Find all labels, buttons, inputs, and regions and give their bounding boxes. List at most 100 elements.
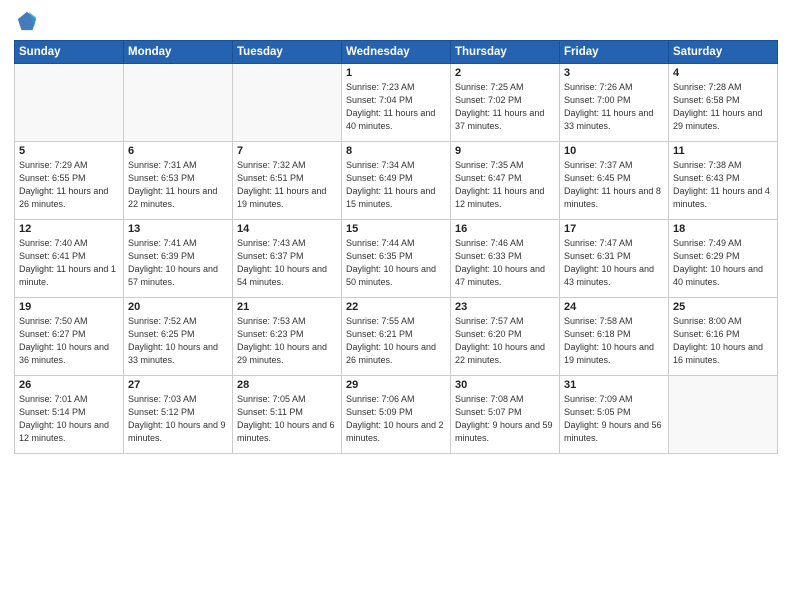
day-info: Sunrise: 7:09 AM Sunset: 5:05 PM Dayligh…: [564, 393, 664, 445]
day-number: 2: [455, 67, 555, 79]
day-cell: 13 Sunrise: 7:41 AM Sunset: 6:39 PM Dayli…: [124, 220, 233, 298]
day-info: Sunrise: 8:00 AM Sunset: 6:16 PM Dayligh…: [673, 315, 773, 367]
day-number: 9: [455, 145, 555, 157]
day-cell: 26Sunrise: 7:01 AM Sunset: 5:14 PM Dayli…: [15, 376, 124, 454]
day-cell: 20 Sunrise: 7:52 AM Sunset: 6:25 PM Dayli…: [124, 298, 233, 376]
day-cell: [669, 376, 778, 454]
day-cell: 16 Sunrise: 7:46 AM Sunset: 6:33 PM Dayli…: [451, 220, 560, 298]
day-info: Sunrise: 7:06 AM Sunset: 5:09 PM Dayligh…: [346, 393, 446, 445]
day-cell: 30Sunrise: 7:08 AM Sunset: 5:07 PM Dayli…: [451, 376, 560, 454]
day-number: 3: [564, 67, 664, 79]
day-info: Sunrise: 7:31 AM Sunset: 6:53 PM Dayligh…: [128, 159, 228, 211]
day-info: Sunrise: 7:40 AM Sunset: 6:41 PM Dayligh…: [19, 237, 119, 289]
week-row-1: 1Sunrise: 7:23 AM Sunset: 7:04 PM Daylig…: [15, 64, 778, 142]
week-row-4: 19 Sunrise: 7:50 AM Sunset: 6:27 PM Dayli…: [15, 298, 778, 376]
day-number: 31: [564, 379, 664, 391]
day-cell: 12Sunrise: 7:40 AM Sunset: 6:41 PM Dayli…: [15, 220, 124, 298]
day-info: Sunrise: 7:58 AM Sunset: 6:18 PM Dayligh…: [564, 315, 664, 367]
week-row-5: 26Sunrise: 7:01 AM Sunset: 5:14 PM Dayli…: [15, 376, 778, 454]
weekday-header-tuesday: Tuesday: [233, 41, 342, 64]
weekday-header-saturday: Saturday: [669, 41, 778, 64]
day-info: Sunrise: 7:01 AM Sunset: 5:14 PM Dayligh…: [19, 393, 119, 445]
day-cell: 28 Sunrise: 7:05 AM Sunset: 5:11 PM Dayli…: [233, 376, 342, 454]
day-number: 16: [455, 223, 555, 235]
weekday-header-monday: Monday: [124, 41, 233, 64]
day-cell: [15, 64, 124, 142]
day-cell: [233, 64, 342, 142]
day-info: Sunrise: 7:28 AM Sunset: 6:58 PM Dayligh…: [673, 81, 773, 133]
day-cell: 27 Sunrise: 7:03 AM Sunset: 5:12 PM Dayli…: [124, 376, 233, 454]
day-cell: 23 Sunrise: 7:57 AM Sunset: 6:20 PM Dayli…: [451, 298, 560, 376]
day-number: 23: [455, 301, 555, 313]
day-cell: 25 Sunrise: 8:00 AM Sunset: 6:16 PM Dayli…: [669, 298, 778, 376]
day-info: Sunrise: 7:53 AM Sunset: 6:23 PM Dayligh…: [237, 315, 337, 367]
day-cell: 6 Sunrise: 7:31 AM Sunset: 6:53 PM Daylig…: [124, 142, 233, 220]
day-info: Sunrise: 7:49 AM Sunset: 6:29 PM Dayligh…: [673, 237, 773, 289]
day-info: Sunrise: 7:52 AM Sunset: 6:25 PM Dayligh…: [128, 315, 228, 367]
day-cell: 29 Sunrise: 7:06 AM Sunset: 5:09 PM Dayli…: [342, 376, 451, 454]
day-number: 6: [128, 145, 228, 157]
day-cell: 21 Sunrise: 7:53 AM Sunset: 6:23 PM Dayli…: [233, 298, 342, 376]
weekday-header-wednesday: Wednesday: [342, 41, 451, 64]
logo: [14, 10, 38, 32]
day-info: Sunrise: 7:38 AM Sunset: 6:43 PM Dayligh…: [673, 159, 773, 211]
day-info: Sunrise: 7:47 AM Sunset: 6:31 PM Dayligh…: [564, 237, 664, 289]
day-info: Sunrise: 7:37 AM Sunset: 6:45 PM Dayligh…: [564, 159, 664, 211]
day-number: 20: [128, 301, 228, 313]
weekday-header-sunday: Sunday: [15, 41, 124, 64]
day-info: Sunrise: 7:35 AM Sunset: 6:47 PM Dayligh…: [455, 159, 555, 211]
day-number: 25: [673, 301, 773, 313]
week-row-3: 12Sunrise: 7:40 AM Sunset: 6:41 PM Dayli…: [15, 220, 778, 298]
day-cell: 19 Sunrise: 7:50 AM Sunset: 6:27 PM Dayli…: [15, 298, 124, 376]
page: SundayMondayTuesdayWednesdayThursdayFrid…: [0, 0, 792, 612]
day-cell: 3Sunrise: 7:26 AM Sunset: 7:00 PM Daylig…: [560, 64, 669, 142]
day-info: Sunrise: 7:29 AM Sunset: 6:55 PM Dayligh…: [19, 159, 119, 211]
day-info: Sunrise: 7:34 AM Sunset: 6:49 PM Dayligh…: [346, 159, 446, 211]
day-number: 13: [128, 223, 228, 235]
day-number: 5: [19, 145, 119, 157]
day-cell: 10 Sunrise: 7:37 AM Sunset: 6:45 PM Dayli…: [560, 142, 669, 220]
day-info: Sunrise: 7:05 AM Sunset: 5:11 PM Dayligh…: [237, 393, 337, 445]
day-number: 8: [346, 145, 446, 157]
day-number: 18: [673, 223, 773, 235]
day-cell: [124, 64, 233, 142]
day-info: Sunrise: 7:55 AM Sunset: 6:21 PM Dayligh…: [346, 315, 446, 367]
day-cell: 15Sunrise: 7:44 AM Sunset: 6:35 PM Dayli…: [342, 220, 451, 298]
day-number: 22: [346, 301, 446, 313]
day-cell: 4Sunrise: 7:28 AM Sunset: 6:58 PM Daylig…: [669, 64, 778, 142]
weekday-header-row: SundayMondayTuesdayWednesdayThursdayFrid…: [15, 41, 778, 64]
day-info: Sunrise: 7:08 AM Sunset: 5:07 PM Dayligh…: [455, 393, 555, 445]
header: [14, 10, 778, 32]
day-cell: 14Sunrise: 7:43 AM Sunset: 6:37 PM Dayli…: [233, 220, 342, 298]
day-cell: 22 Sunrise: 7:55 AM Sunset: 6:21 PM Dayli…: [342, 298, 451, 376]
day-number: 1: [346, 67, 446, 79]
day-info: Sunrise: 7:50 AM Sunset: 6:27 PM Dayligh…: [19, 315, 119, 367]
day-cell: 5 Sunrise: 7:29 AM Sunset: 6:55 PM Daylig…: [15, 142, 124, 220]
day-cell: 24 Sunrise: 7:58 AM Sunset: 6:18 PM Dayli…: [560, 298, 669, 376]
day-cell: 8 Sunrise: 7:34 AM Sunset: 6:49 PM Daylig…: [342, 142, 451, 220]
day-number: 29: [346, 379, 446, 391]
day-cell: 31 Sunrise: 7:09 AM Sunset: 5:05 PM Dayli…: [560, 376, 669, 454]
day-number: 10: [564, 145, 664, 157]
weekday-header-friday: Friday: [560, 41, 669, 64]
day-info: Sunrise: 7:03 AM Sunset: 5:12 PM Dayligh…: [128, 393, 228, 445]
day-info: Sunrise: 7:25 AM Sunset: 7:02 PM Dayligh…: [455, 81, 555, 133]
day-info: Sunrise: 7:41 AM Sunset: 6:39 PM Dayligh…: [128, 237, 228, 289]
day-number: 15: [346, 223, 446, 235]
day-number: 28: [237, 379, 337, 391]
day-info: Sunrise: 7:57 AM Sunset: 6:20 PM Dayligh…: [455, 315, 555, 367]
day-cell: 1Sunrise: 7:23 AM Sunset: 7:04 PM Daylig…: [342, 64, 451, 142]
day-number: 17: [564, 223, 664, 235]
day-info: Sunrise: 7:46 AM Sunset: 6:33 PM Dayligh…: [455, 237, 555, 289]
day-cell: 17 Sunrise: 7:47 AM Sunset: 6:31 PM Dayli…: [560, 220, 669, 298]
day-number: 11: [673, 145, 773, 157]
day-number: 21: [237, 301, 337, 313]
day-cell: 11 Sunrise: 7:38 AM Sunset: 6:43 PM Dayli…: [669, 142, 778, 220]
day-number: 27: [128, 379, 228, 391]
day-number: 24: [564, 301, 664, 313]
day-number: 14: [237, 223, 337, 235]
day-number: 19: [19, 301, 119, 313]
day-cell: 2 Sunrise: 7:25 AM Sunset: 7:02 PM Daylig…: [451, 64, 560, 142]
day-number: 7: [237, 145, 337, 157]
day-cell: 7Sunrise: 7:32 AM Sunset: 6:51 PM Daylig…: [233, 142, 342, 220]
